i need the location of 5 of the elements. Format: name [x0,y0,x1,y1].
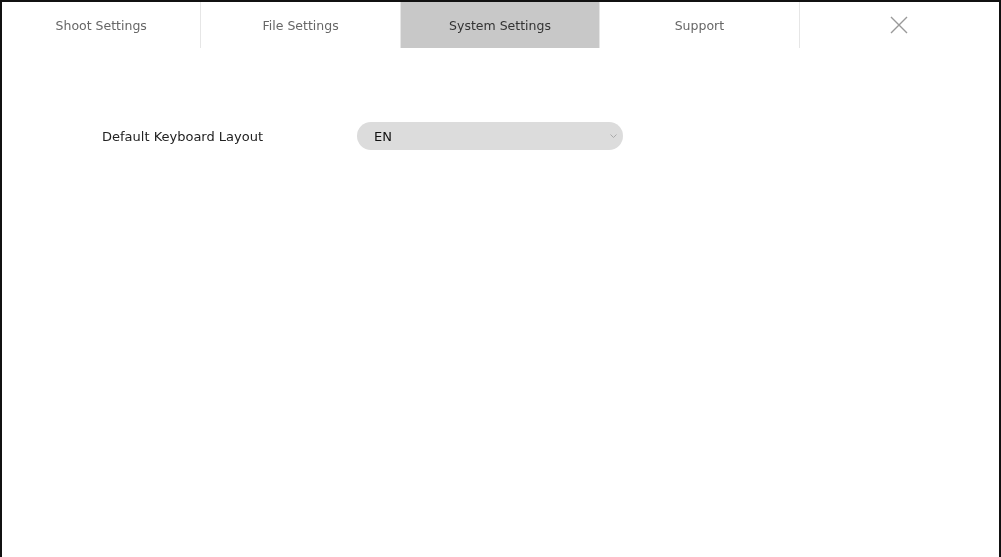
chevron-down-icon [610,133,617,139]
setting-label: Default Keyboard Layout [102,128,265,144]
tab[interactable]: System Settings [400,2,601,48]
close-icon [890,16,909,34]
keyboard-layout-dropdown[interactable]: EN [357,122,623,150]
